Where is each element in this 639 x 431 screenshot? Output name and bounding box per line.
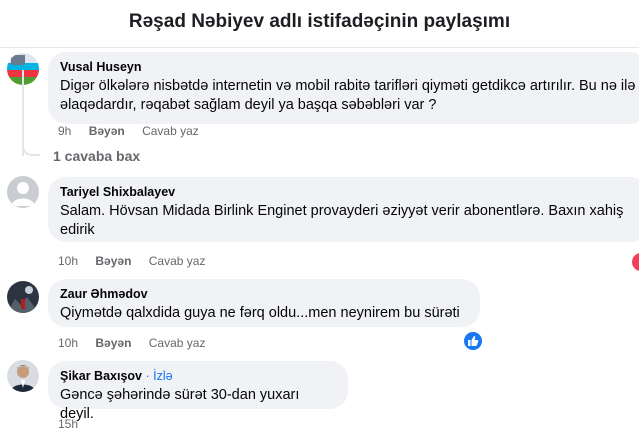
like-button[interactable]: Bəyən	[89, 124, 125, 138]
reaction-love-icon[interactable]	[630, 251, 639, 273]
reply-button[interactable]: Cavab yaz	[149, 254, 206, 268]
portrait-avatar-icon	[7, 360, 39, 392]
page-title: Rəşad Nəbiyev adlı istifadəçinin paylaşı…	[128, 11, 511, 32]
comment-actions: 10h Bəyən Cavab yaz	[58, 336, 219, 350]
comment-bubble: Tariyel Shixbalayev Salam. Hövsan Midada…	[48, 177, 639, 242]
comment-time[interactable]: 15h	[58, 417, 78, 431]
comment-text: Gəncə şəhərində sürət 30-dan yuxarı deyi…	[60, 387, 300, 422]
avatar[interactable]	[7, 360, 39, 392]
comment-actions: 9h Bəyən Cavab yaz	[58, 124, 213, 138]
avatar[interactable]	[7, 281, 39, 313]
comment-time[interactable]: 10h	[58, 254, 78, 268]
comment-author-row: Şikar Baxışov · İzlə	[60, 369, 336, 383]
follow-button[interactable]: İzlə	[153, 369, 172, 383]
comment-bubble: Şikar Baxışov · İzlə Gəncə şəhərində sür…	[48, 361, 348, 422]
avatar[interactable]	[7, 176, 39, 208]
comment-author[interactable]: Zaur Əhmədov	[60, 287, 468, 301]
comment-time[interactable]: 10h	[58, 336, 78, 350]
follow-separator: ·	[145, 369, 154, 383]
comment-text: Digər ölkələrə nisbətdə internetin və mo…	[60, 78, 636, 113]
like-reaction-icon[interactable]	[462, 330, 484, 352]
default-user-icon	[11, 182, 35, 206]
comment-author[interactable]: Şikar Baxışov	[60, 369, 142, 383]
like-button[interactable]: Bəyən	[95, 254, 131, 268]
comment-author[interactable]: Tariyel Shixbalayev	[60, 185, 636, 199]
reply-button[interactable]: Cavab yaz	[149, 336, 206, 350]
thumbs-up-icon	[468, 336, 479, 346]
view-replies-link[interactable]: 1 cavaba bax	[53, 148, 140, 164]
reply-button[interactable]: Cavab yaz	[142, 124, 199, 138]
comment-author[interactable]: Vusal Huseyn	[60, 60, 636, 74]
comment-bubble: Zaur Əhmədov Qiymətdə qalxdida guya ne f…	[48, 279, 480, 327]
like-button[interactable]: Bəyən	[95, 336, 131, 350]
comment-actions: 15h	[58, 417, 92, 431]
comment-actions: 10h Bəyən Cavab yaz	[58, 254, 219, 268]
comment-bubble: Vusal Huseyn Digər ölkələrə nisbətdə int…	[48, 52, 639, 124]
comment-time[interactable]: 9h	[58, 124, 71, 138]
thread-connector	[22, 142, 40, 156]
landscape-avatar-icon	[7, 281, 39, 313]
comment-text: Qiymətdə qalxdida guya ne fərq oldu...me…	[60, 305, 460, 321]
comment-text: Salam. Hövsan Midada Birlink Enginet pro…	[60, 203, 624, 238]
divider	[0, 47, 639, 48]
